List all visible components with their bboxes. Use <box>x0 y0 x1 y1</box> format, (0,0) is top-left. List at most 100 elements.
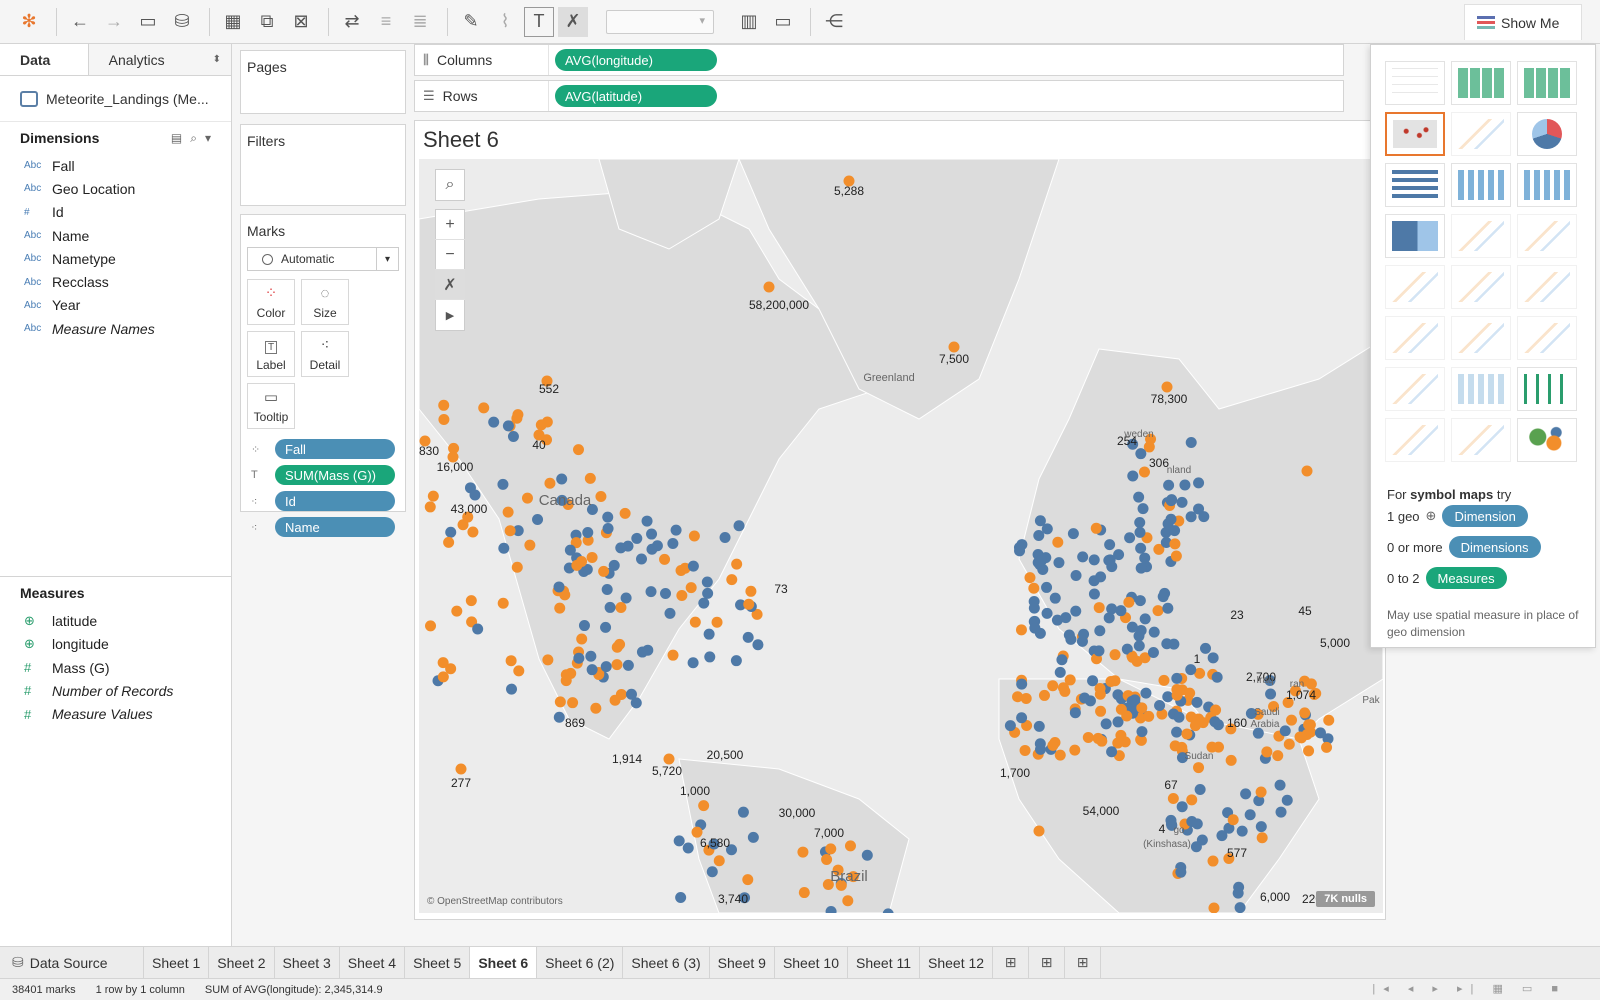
map-mark[interactable] <box>1158 674 1170 686</box>
highlight-icon[interactable]: ✎ <box>456 7 486 37</box>
map-mark[interactable] <box>1060 612 1072 624</box>
map-mark[interactable] <box>542 654 554 666</box>
map-mark[interactable] <box>451 605 463 617</box>
new-story-icon[interactable]: ⊞ <box>1065 947 1102 978</box>
map-mark[interactable] <box>1162 691 1174 703</box>
map-search-tool[interactable]: ⌕ <box>435 169 465 201</box>
map-mark[interactable] <box>1088 554 1100 566</box>
map-mark[interactable] <box>1295 732 1307 744</box>
map-mark[interactable] <box>1154 699 1166 711</box>
map-mark[interactable] <box>1124 532 1136 544</box>
map-mark[interactable] <box>1157 591 1169 603</box>
map-mark[interactable] <box>659 553 671 565</box>
map-mark[interactable] <box>1041 581 1053 593</box>
show-me-dual-combination[interactable] <box>1517 316 1577 360</box>
map-mark[interactable] <box>701 576 713 588</box>
zoom-in-icon[interactable]: + <box>435 210 465 240</box>
duplicate-sheet-icon[interactable]: ⧉ <box>252 7 282 37</box>
map-mark[interactable] <box>532 514 544 526</box>
dimension-field[interactable]: Abc Name <box>0 224 231 247</box>
map-mark[interactable] <box>506 683 518 695</box>
map-mark[interactable] <box>1163 479 1175 491</box>
map-mark[interactable] <box>497 478 509 490</box>
map-mark[interactable] <box>600 621 612 633</box>
map-mark[interactable] <box>595 490 607 502</box>
tableau-logo-icon[interactable]: ✻ <box>14 7 44 37</box>
tooltip-button[interactable]: ▭ Tooltip <box>247 383 295 429</box>
show-me-dual-lines[interactable] <box>1517 265 1577 309</box>
map-mark[interactable] <box>1035 743 1047 755</box>
map-mark[interactable] <box>615 601 627 613</box>
map-mark[interactable] <box>1207 855 1219 867</box>
show-me-highlight-table[interactable] <box>1517 61 1577 105</box>
new-datasource-icon[interactable]: ⛁ <box>167 7 197 37</box>
map-mark[interactable] <box>1161 638 1173 650</box>
map-mark[interactable] <box>1136 726 1148 738</box>
map-mark[interactable] <box>1207 652 1219 664</box>
show-me-gantt[interactable] <box>1385 418 1445 462</box>
map-mark[interactable] <box>1088 588 1100 600</box>
map-mark[interactable] <box>560 675 572 687</box>
map-mark[interactable] <box>1265 688 1277 700</box>
show-me-pie-chart[interactable] <box>1517 112 1577 156</box>
map-mark[interactable] <box>1135 448 1147 460</box>
map-mark[interactable] <box>604 601 616 613</box>
map-mark[interactable] <box>1143 710 1155 722</box>
map-mark[interactable] <box>798 887 810 899</box>
show-me-bullet-graph[interactable] <box>1451 418 1511 462</box>
share-icon[interactable]: ⋲ <box>819 7 849 37</box>
map-mark[interactable] <box>1323 714 1335 726</box>
sheet-tab[interactable]: Sheet 4 <box>340 947 406 978</box>
sheet-tab[interactable]: Sheet 6 <box>470 947 538 978</box>
map-mark[interactable] <box>521 492 533 504</box>
map-mark[interactable] <box>1090 522 1102 534</box>
map-mark[interactable] <box>1186 794 1198 806</box>
map[interactable]: 5,288 58,200,000 7,500 552 40 830 16,000 43,000… <box>419 159 1383 913</box>
map-mark[interactable] <box>1082 731 1094 743</box>
sheet-tab[interactable]: Sheet 6 (3) <box>623 947 710 978</box>
map-mark[interactable] <box>1100 718 1112 730</box>
map-mark[interactable] <box>1184 687 1196 699</box>
show-me-circle-views[interactable] <box>1451 214 1511 258</box>
map-mark[interactable] <box>641 515 653 527</box>
map-mark[interactable] <box>1186 815 1198 827</box>
map-mark[interactable] <box>1303 745 1315 757</box>
map-mark[interactable] <box>1191 696 1203 708</box>
map-mark[interactable] <box>631 532 643 544</box>
map-mark[interactable] <box>1171 726 1183 738</box>
map-mark[interactable] <box>1244 809 1256 821</box>
show-mark-labels-icon[interactable]: T <box>524 6 554 37</box>
map-mark[interactable] <box>1162 518 1174 530</box>
label-button[interactable]: T Label <box>247 331 295 377</box>
map-mark[interactable] <box>438 399 450 411</box>
map-mark[interactable] <box>660 587 672 599</box>
map-mark[interactable] <box>572 444 584 456</box>
search-icon[interactable]: ⌕ <box>435 170 465 200</box>
map-mark[interactable] <box>567 697 579 709</box>
map-mark[interactable] <box>498 542 510 554</box>
map-mark[interactable] <box>1162 602 1174 614</box>
map-mark[interactable] <box>1113 549 1125 561</box>
map-mark[interactable] <box>1015 624 1027 636</box>
dimension-field[interactable]: Abc Measure Names <box>0 317 231 340</box>
map-mark[interactable] <box>1123 596 1135 608</box>
map-mark[interactable] <box>1139 613 1151 625</box>
map-mark[interactable] <box>1200 642 1212 654</box>
map-mark[interactable] <box>1234 902 1246 913</box>
map-mark[interactable] <box>507 431 519 443</box>
map-mark[interactable] <box>1193 762 1205 774</box>
new-worksheet-icon[interactable]: ⊞ <box>993 947 1030 978</box>
map-mark[interactable] <box>675 892 687 904</box>
map-mark[interactable] <box>602 523 614 535</box>
map-mark[interactable] <box>590 702 602 714</box>
map-mark[interactable] <box>1236 825 1248 837</box>
map-mark[interactable] <box>667 537 679 549</box>
map-mark[interactable] <box>1069 707 1081 719</box>
map-mark[interactable] <box>585 650 597 662</box>
sheet-tab[interactable]: Sheet 6 (2) <box>537 947 624 978</box>
map-mark[interactable] <box>1129 694 1141 706</box>
map-mark[interactable] <box>1176 801 1188 813</box>
map-mark[interactable] <box>1272 750 1284 762</box>
show-me-stacked-bars[interactable] <box>1451 163 1511 207</box>
map-mark[interactable] <box>1171 689 1183 701</box>
